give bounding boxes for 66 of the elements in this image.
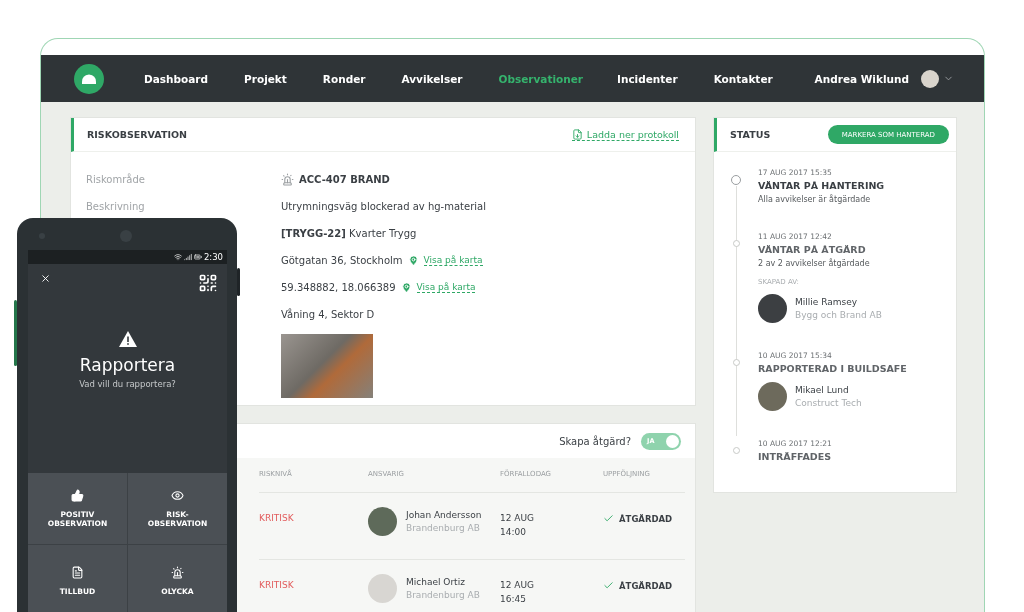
wifi-icon [173, 253, 182, 261]
company-name: Construct Tech [795, 398, 862, 408]
person-avatar [758, 294, 787, 323]
person-name: Michael Ortiz [406, 577, 466, 587]
report-title: Rapportera [79, 355, 176, 375]
helmet-logo-icon [74, 63, 104, 94]
due-time: 14:00 [500, 527, 527, 537]
event-subtitle: Alla avvikelser är åtgärdade [758, 195, 872, 204]
event-title: INTRÄFFADES [758, 451, 833, 462]
company-name: Brandenburg AB [406, 523, 481, 533]
risk-level: KRITISK [259, 580, 295, 590]
check-icon [603, 513, 614, 524]
check-icon [603, 580, 614, 591]
report-subtitle: Vad vill du rapportera? [79, 379, 176, 389]
map-pin-icon [407, 255, 419, 266]
siren-icon [171, 565, 184, 579]
nav-item[interactable]: Projekt [244, 72, 287, 85]
document-icon [71, 565, 84, 579]
field-value: 59.348882, 18.066389 [281, 282, 396, 293]
person-avatar [368, 574, 397, 603]
person-avatar [758, 382, 787, 411]
nav-item[interactable]: Kontakter [713, 72, 773, 85]
nav-item[interactable]: Dashboard [144, 72, 209, 85]
event-title: VÄNTAR PÅ HANTERING [758, 180, 886, 191]
risk-level: KRITISK [259, 513, 295, 523]
due-date: 12 AUG [500, 513, 536, 523]
event-subtitle: 2 av 2 avvikelser åtgärdade [758, 259, 871, 268]
event-title: VÄNTAR PÅ ÅTGÄRD [758, 244, 867, 255]
person-name: Millie Ramsey [795, 297, 859, 307]
battery-icon [193, 253, 202, 261]
field-value: Götgatan 36, Stockholm [281, 255, 403, 266]
nav-item[interactable]: Incidenter [617, 72, 678, 85]
siren-icon [281, 173, 294, 186]
person-name: Johan Andersson [406, 510, 482, 520]
followup-status: ÅTGÄRDAD [619, 580, 673, 591]
signal-icon [183, 253, 192, 261]
card-title: STATUS [730, 129, 771, 140]
person-avatar [368, 507, 397, 536]
nav-item[interactable]: Observationer [498, 72, 583, 85]
nav-item[interactable]: Ronder [322, 72, 366, 85]
person-name: Mikael Lund [795, 385, 850, 395]
field-label: Beskrivning [86, 201, 146, 212]
due-time: 16:45 [500, 594, 527, 604]
event-title: RAPPORTERAD I BUILDSAFE [758, 363, 908, 374]
create-action-label: Skapa åtgärd? [559, 435, 631, 447]
pdf-file-icon [571, 128, 583, 140]
close-icon[interactable] [40, 273, 51, 284]
field-value: Våning 4, Sektor D [281, 309, 375, 320]
company-name: Bygg och Brand AB [795, 310, 882, 320]
field-value: [TRYGG-22] Kvarter Trygg [281, 228, 417, 239]
thumbs-up-icon [71, 489, 84, 502]
card-title: RISKOBSERVATION [87, 129, 187, 140]
user-avatar[interactable] [921, 69, 939, 88]
eye-icon [171, 489, 184, 502]
warning-icon [118, 331, 137, 347]
field-value: Utrymningsväg blockerad av hg-material [281, 201, 486, 212]
nav-item[interactable]: Avvikelser [401, 72, 463, 85]
followup-status: ÅTGÄRDAD [619, 513, 673, 524]
phone-clock: 2:30 [203, 252, 223, 262]
company-name: Brandenburg AB [406, 590, 480, 600]
field-label: Riskområde [86, 174, 146, 185]
map-pin-icon [400, 282, 412, 293]
field-value: ACC-407 BRAND [299, 174, 390, 185]
due-date: 12 AUG [500, 580, 536, 590]
qr-code-icon[interactable] [198, 273, 218, 293]
user-name[interactable]: Andrea Wiklund [814, 72, 909, 85]
